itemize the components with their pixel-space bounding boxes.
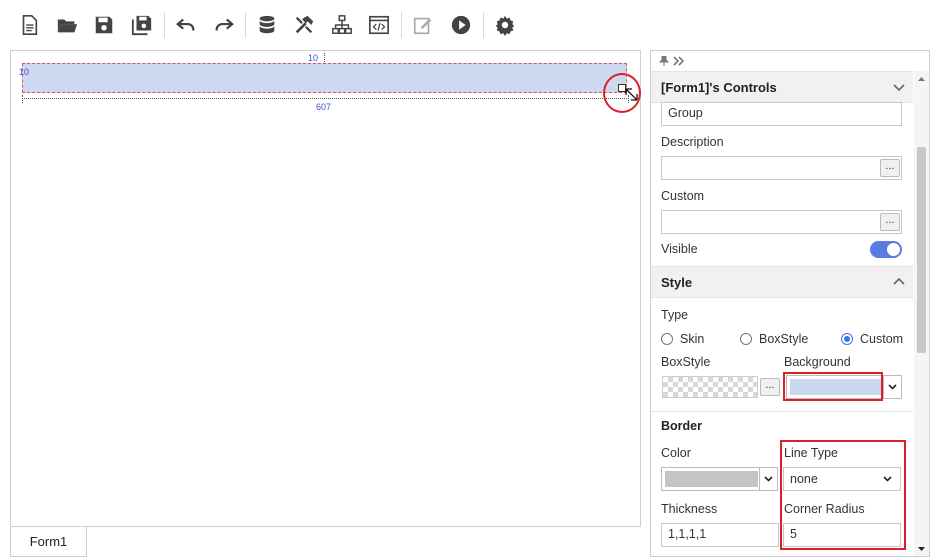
boxstyle-preview [662, 376, 758, 398]
boxstyle-browse-button[interactable]: ... [760, 378, 780, 396]
toolbar-separator [483, 12, 484, 38]
chevron-up-icon [893, 277, 905, 285]
database-icon [259, 15, 275, 34]
chevron-down-icon [888, 384, 897, 390]
save-all-button[interactable] [127, 10, 157, 40]
controls-section-title: [Form1]'s Controls [661, 79, 777, 95]
save-icon [95, 16, 113, 34]
chevron-down-icon [764, 476, 773, 482]
background-label: Background [784, 355, 851, 369]
type-radio-boxstyle[interactable] [740, 333, 752, 345]
style-section-title: Style [661, 274, 693, 290]
tools-icon [295, 15, 314, 34]
background-highlight [783, 372, 883, 401]
tools-button[interactable] [289, 10, 319, 40]
style-section-header[interactable]: Style [651, 266, 913, 298]
double-chevron-right-icon[interactable] [673, 56, 685, 66]
highlight-circle [603, 73, 641, 113]
toolbar-separator [164, 12, 165, 38]
description-field[interactable] [661, 156, 902, 180]
toolbar-separator [401, 12, 402, 38]
scroll-up-icon[interactable] [917, 75, 926, 83]
edit-button[interactable] [408, 10, 438, 40]
redo-icon [215, 18, 234, 31]
toolbar [0, 0, 940, 48]
redo-button[interactable] [209, 10, 239, 40]
custom-field[interactable] [661, 210, 902, 234]
border-section-title: Border [661, 419, 702, 433]
border-color-picker[interactable] [661, 467, 778, 491]
pin-icon[interactable] [659, 56, 669, 66]
scrollbar-thumb[interactable] [917, 147, 926, 353]
new-file-icon [22, 15, 38, 35]
source-code-button[interactable] [364, 10, 394, 40]
border-properties-highlight [780, 440, 906, 550]
type-radio-custom[interactable] [841, 333, 853, 345]
custom-label: Custom [661, 189, 705, 203]
settings-button[interactable] [490, 10, 520, 40]
panel-topbar [651, 51, 929, 71]
custom-browse-button[interactable]: ... [880, 213, 900, 231]
dimension-width-label: 607 [316, 102, 332, 112]
properties-panel: [Form1]'s Controls Group Description ...… [650, 50, 930, 557]
type-option-custom: Custom [860, 332, 904, 346]
visible-toggle[interactable] [870, 241, 902, 258]
new-file-button[interactable] [14, 10, 44, 40]
section-divider [651, 411, 913, 412]
dimension-left-label: 10 [19, 67, 30, 77]
play-icon [451, 15, 471, 35]
database-button[interactable] [252, 10, 282, 40]
type-label: Type [661, 308, 689, 322]
boxstyle-label: BoxStyle [661, 355, 711, 369]
hierarchy-button[interactable] [327, 10, 357, 40]
type-option-skin: Skin [680, 332, 705, 346]
sitemap-icon [332, 15, 352, 34]
thickness-label: Thickness [661, 502, 718, 516]
save-all-icon [131, 15, 152, 36]
toolbar-separator [245, 12, 246, 38]
thickness-field[interactable]: 1,1,1,1 [661, 523, 779, 547]
border-color-dropdown-button[interactable] [759, 468, 777, 490]
code-window-icon [369, 15, 389, 35]
edit-icon [413, 17, 432, 35]
dimension-top-label: 10 [308, 53, 319, 63]
dimension-line [22, 98, 629, 99]
design-canvas[interactable]: 10 10 607 [10, 50, 641, 527]
description-browse-button[interactable]: ... [880, 159, 900, 177]
group-control[interactable] [22, 63, 627, 93]
chevron-down-icon [893, 84, 905, 92]
dimension-tick [22, 95, 23, 103]
panel-scrollbar[interactable] [914, 71, 929, 556]
visible-label: Visible [661, 242, 698, 256]
border-color-label: Color [661, 446, 691, 460]
gear-icon [495, 15, 515, 36]
description-label: Description [661, 135, 724, 149]
folder-open-icon [57, 19, 78, 33]
dimension-tick [324, 53, 325, 62]
type-radio-skin[interactable] [661, 333, 673, 345]
tab-form1[interactable]: Form1 [10, 527, 87, 557]
scroll-down-icon[interactable] [917, 545, 926, 553]
group-name-field[interactable]: Group [661, 102, 902, 126]
border-color-swatch [665, 471, 758, 487]
background-dropdown-button[interactable] [883, 376, 901, 398]
save-button[interactable] [89, 10, 119, 40]
run-button[interactable] [446, 10, 476, 40]
type-option-boxstyle: BoxStyle [759, 332, 809, 346]
controls-section-header[interactable]: [Form1]'s Controls [651, 71, 913, 103]
undo-button[interactable] [171, 10, 201, 40]
open-folder-button[interactable] [52, 10, 82, 40]
undo-icon [176, 18, 195, 31]
